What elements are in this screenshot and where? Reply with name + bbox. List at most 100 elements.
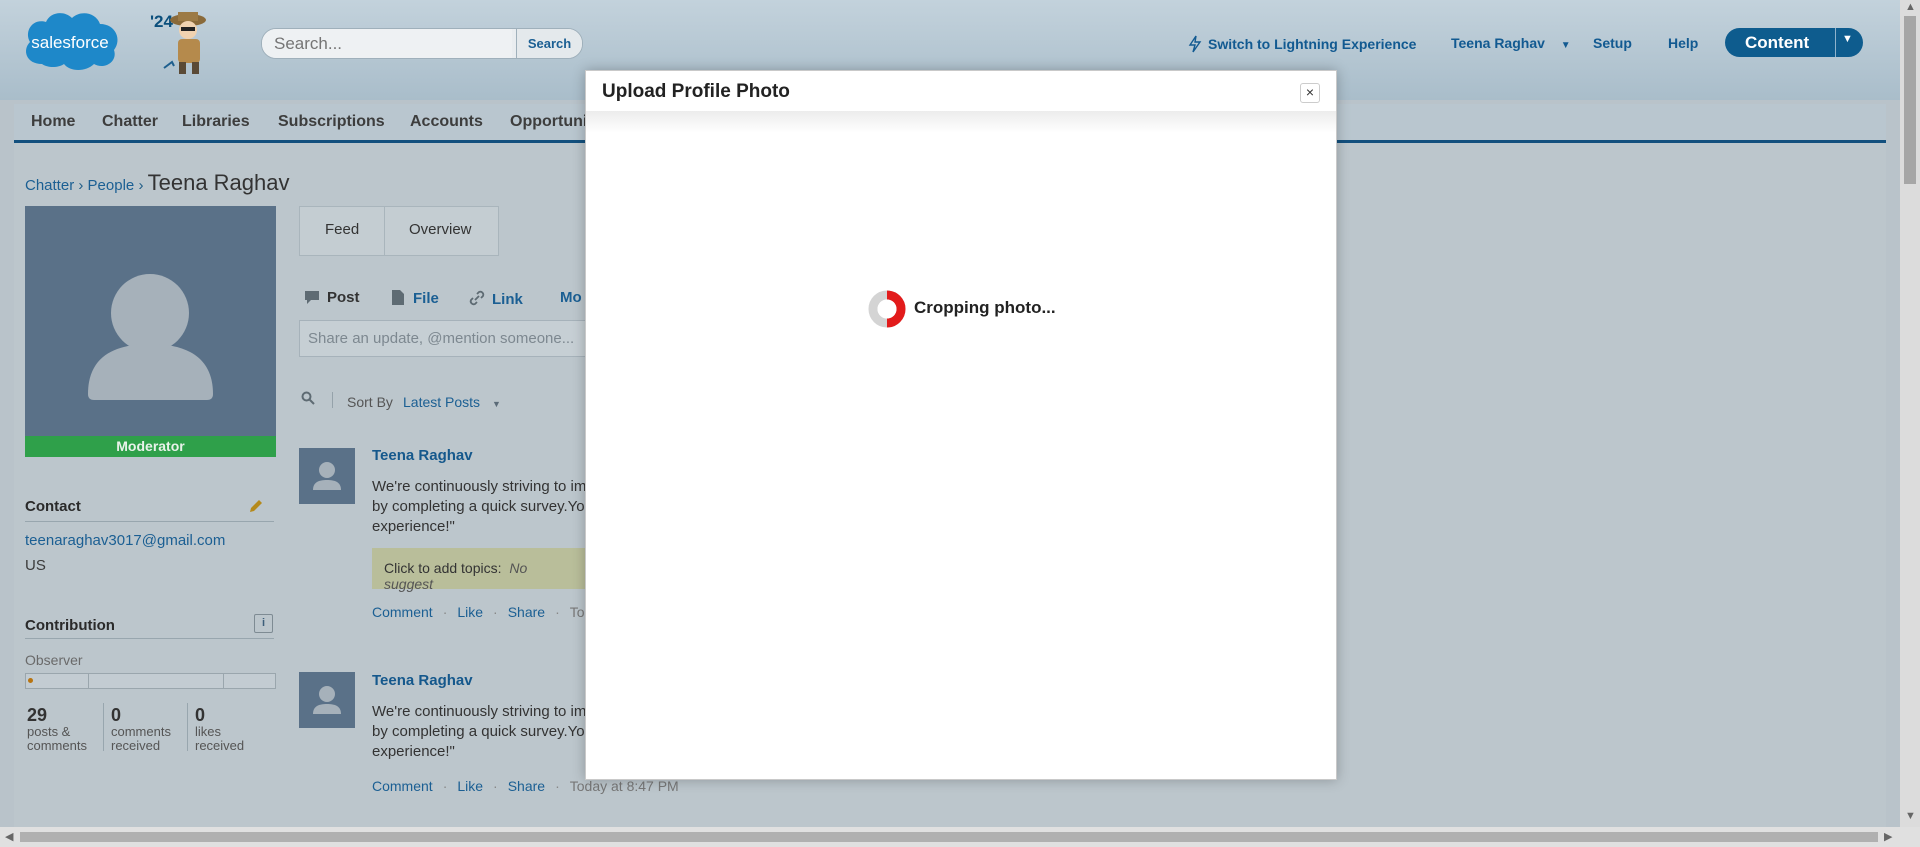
comment-link[interactable]: Comment: [372, 604, 433, 620]
scroll-down-arrow-icon[interactable]: ▼: [1905, 810, 1916, 822]
scroll-right-arrow-icon[interactable]: ▶: [1884, 830, 1892, 843]
horizontal-scrollbar[interactable]: ◀ ▶: [0, 827, 1920, 847]
post-actions: Comment · Like · Share · Today at 8:47 PM: [372, 778, 679, 794]
user-menu[interactable]: Teena Raghav ▼: [1451, 35, 1571, 51]
switch-lightning-link[interactable]: Switch to Lightning Experience: [1188, 35, 1416, 53]
divider: [384, 207, 385, 255]
app-switcher-label: Content: [1745, 33, 1810, 52]
scroll-left-arrow-icon[interactable]: ◀: [5, 830, 13, 843]
search-button[interactable]: Search: [516, 29, 582, 58]
post-author-avatar[interactable]: [299, 672, 355, 728]
tab-opportunities[interactable]: Opportuni: [510, 113, 587, 131]
tab-subscriptions[interactable]: Subscriptions: [278, 113, 385, 131]
tab-home[interactable]: Home: [31, 113, 75, 131]
tab-libraries[interactable]: Libraries: [182, 113, 250, 131]
horizontal-scroll-thumb[interactable]: [20, 832, 1878, 842]
edit-pencil-icon[interactable]: [248, 498, 264, 514]
dialog-header: Upload Profile Photo ×: [586, 71, 1336, 111]
stat-label: received: [195, 738, 245, 753]
publisher-link[interactable]: Link: [468, 289, 523, 308]
add-topics-label: Click to add topics:: [384, 560, 502, 576]
post-text-line: experience!": [372, 518, 455, 535]
vertical-scrollbar[interactable]: ▲ ▼: [1900, 0, 1920, 827]
contact-country: US: [25, 557, 46, 574]
setup-link[interactable]: Setup: [1593, 35, 1632, 51]
like-link[interactable]: Like: [457, 604, 483, 620]
post-author-name[interactable]: Teena Raghav: [372, 447, 473, 464]
tab-feed[interactable]: Feed: [325, 221, 359, 238]
profile-photo[interactable]: [25, 206, 276, 436]
post-text-line: experience!": [372, 743, 455, 760]
breadcrumb-separator: ›: [78, 177, 84, 194]
stat-likes-value: 0: [195, 705, 206, 725]
stat-posts-value: 29: [27, 705, 48, 725]
speech-bubble-icon: [305, 291, 319, 304]
contribution-progress-bar: [25, 673, 276, 689]
post-text-line: by completing a quick survey.Yo: [372, 723, 585, 740]
contact-heading: Contact: [25, 498, 81, 515]
comment-link[interactable]: Comment: [372, 778, 433, 794]
post-text-line: We're continuously striving to im: [372, 478, 587, 495]
search-icon[interactable]: [301, 391, 315, 405]
separator-dot: ·: [555, 778, 560, 794]
post-timestamp[interactable]: To: [570, 604, 585, 620]
compose-placeholder: Share an update, @mention someone...: [308, 330, 575, 347]
divider: [332, 392, 333, 408]
divider: [25, 521, 274, 522]
stat-comments-received: 0 comments received: [111, 705, 171, 753]
progress-segment: [88, 674, 89, 688]
post-text-line: by completing a quick survey.Yo: [372, 498, 585, 515]
upload-profile-photo-dialog: Upload Profile Photo × Cropping photo...: [585, 70, 1337, 780]
vertical-scroll-thumb[interactable]: [1904, 16, 1916, 184]
breadcrumb-people[interactable]: People: [88, 177, 135, 194]
salesforce-logo[interactable]: salesforce: [20, 6, 124, 76]
breadcrumb-chatter[interactable]: Chatter: [25, 177, 74, 194]
scroll-up-arrow-icon[interactable]: ▲: [1905, 1, 1916, 13]
compose-input[interactable]: Share an update, @mention someone...: [299, 320, 589, 357]
post-timestamp[interactable]: Today at 8:47 PM: [570, 778, 679, 794]
share-link[interactable]: Share: [508, 778, 545, 794]
link-chain-icon: [469, 290, 485, 306]
contact-email[interactable]: teenaraghav3017@gmail.com: [25, 532, 225, 549]
close-icon[interactable]: ×: [1300, 83, 1320, 103]
share-link[interactable]: Share: [508, 604, 545, 620]
separator-dot: ·: [493, 604, 498, 620]
progress-marker: [28, 678, 33, 683]
publisher-file-label: File: [413, 290, 439, 307]
help-link[interactable]: Help: [1668, 35, 1698, 51]
separator-dot: ·: [442, 778, 448, 794]
stat-label: likes: [195, 724, 222, 739]
sort-dropdown[interactable]: Latest Posts ▼: [403, 394, 501, 410]
sort-caret-icon: ▼: [492, 399, 501, 409]
user-silhouette-icon: [313, 462, 341, 490]
user-silhouette-icon: [88, 274, 213, 400]
sort-by-label: Sort By: [347, 394, 393, 410]
divider: [103, 703, 104, 751]
dialog-title: Upload Profile Photo: [602, 81, 790, 102]
publisher-file[interactable]: File: [391, 289, 439, 307]
stat-likes-received: 0 likes received: [195, 705, 244, 753]
switch-lightning-label: Switch to Lightning Experience: [1208, 36, 1417, 52]
document-icon: [392, 290, 404, 305]
global-search: Search: [261, 28, 583, 59]
post-author-name[interactable]: Teena Raghav: [372, 672, 473, 689]
user-name: Teena Raghav: [1451, 35, 1545, 51]
divider: [25, 638, 274, 639]
tab-overview[interactable]: Overview: [409, 221, 472, 238]
app-switcher-button[interactable]: Content ▼: [1725, 28, 1863, 57]
cropping-status: Cropping photo...: [914, 298, 1056, 317]
separator-dot: ·: [555, 604, 560, 620]
progress-segment: [223, 674, 224, 688]
separator-dot: ·: [493, 778, 498, 794]
publisher-post[interactable]: Post: [303, 289, 360, 306]
feed-tabs: Feed Overview: [299, 206, 499, 256]
info-icon[interactable]: i: [254, 614, 273, 633]
tab-chatter[interactable]: Chatter: [102, 113, 158, 131]
like-link[interactable]: Like: [457, 778, 483, 794]
add-topics-bar[interactable]: Click to add topics: No suggest: [372, 548, 592, 592]
post-actions: Comment · Like · Share · To: [372, 604, 585, 620]
publisher-more[interactable]: Mo: [560, 289, 582, 306]
search-input[interactable]: [262, 29, 512, 58]
tab-accounts[interactable]: Accounts: [410, 113, 483, 131]
post-author-avatar[interactable]: [299, 448, 355, 504]
